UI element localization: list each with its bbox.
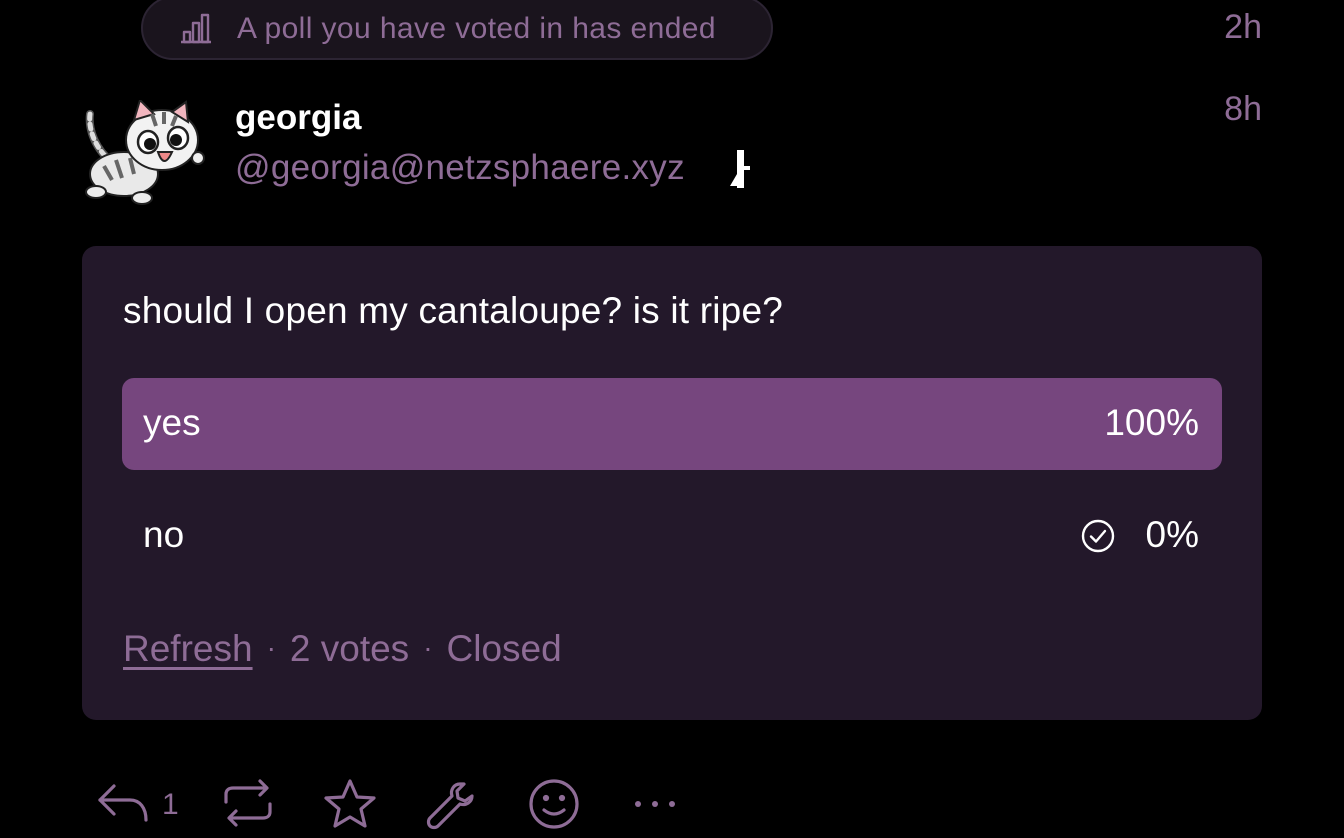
poll-option-label: yes — [143, 402, 201, 443]
poll-option-percent: 100% — [1104, 402, 1199, 443]
poll-option-percent: 0% — [1145, 514, 1199, 555]
post-time[interactable]: 8h — [1224, 90, 1262, 129]
vote-count: 2 votes — [289, 628, 410, 669]
poll-option-no: no 0% — [122, 490, 1222, 582]
refresh-link[interactable]: Refresh — [123, 628, 253, 669]
poll-card: should I open my cantaloupe? is it ripe?… — [82, 246, 1262, 720]
poll-footer: Refresh · 2 votes · Closed — [123, 628, 562, 670]
bot-account-icon — [728, 150, 752, 193]
poll-chart-icon — [179, 12, 213, 49]
account-handle[interactable]: @georgia@netzsphaere.xyz — [235, 148, 685, 188]
poll-ended-notification[interactable]: A poll you have voted in has ended — [141, 0, 773, 60]
poll-option-label: no — [143, 514, 185, 555]
boost-icon[interactable] — [220, 778, 276, 833]
poll-status: Closed — [446, 628, 562, 669]
separator: · — [266, 632, 276, 663]
poll-question: should I open my cantaloupe? is it ripe? — [123, 290, 784, 331]
reply-icon[interactable] — [96, 778, 152, 833]
favourite-icon[interactable] — [322, 778, 378, 835]
tools-icon[interactable] — [424, 778, 480, 835]
separator: · — [423, 632, 433, 663]
reply-count: 1 — [162, 788, 179, 821]
notification-text: A poll you have voted in has ended — [237, 12, 716, 45]
voted-check-icon — [1080, 518, 1116, 559]
display-name[interactable]: georgia — [235, 98, 361, 138]
poll-option-yes: yes 100% — [122, 378, 1222, 470]
emoji-react-icon[interactable] — [526, 778, 582, 835]
poll-option-bar — [122, 378, 1222, 470]
more-icon[interactable] — [632, 778, 682, 835]
avatar[interactable] — [82, 98, 206, 206]
notification-time[interactable]: 2h — [1224, 8, 1262, 47]
